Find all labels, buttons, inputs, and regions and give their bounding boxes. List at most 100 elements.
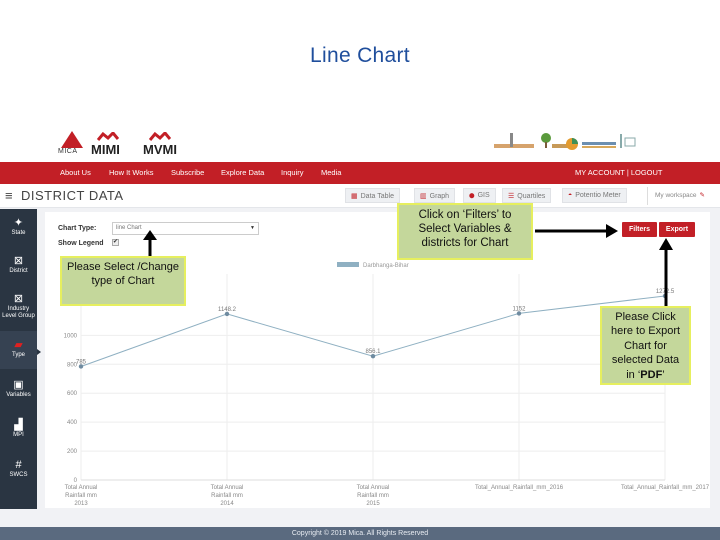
- legend-label: Darbhanga-Bihar: [363, 263, 409, 269]
- y-tick-label: 1000: [64, 333, 78, 339]
- callout-export-line: Please Click: [615, 311, 676, 323]
- sidebar-item-industry-level-group[interactable]: ⊠ Industry Level Group: [0, 293, 37, 320]
- my-workspace-link[interactable]: My workspace ✎: [655, 191, 705, 199]
- quartiles-button[interactable]: ☰ Quartiles: [502, 188, 552, 203]
- footer-copyright: Copyright © 2019 Mica. All Rights Reserv…: [0, 527, 720, 540]
- x-tick-label: Total Annual: [65, 485, 98, 491]
- sidebar: ✦ State ⊠ District ⊠ Industry Level Group ▰…: [0, 209, 37, 509]
- graph-button[interactable]: ▥ Graph: [414, 188, 456, 203]
- nav-media[interactable]: Media: [321, 168, 341, 177]
- callout-export: Please Click here to Export Chart for se…: [600, 306, 691, 385]
- callout-export-pdf: PDF: [640, 368, 663, 381]
- nav-about-us[interactable]: About Us: [60, 168, 91, 177]
- nav-inquiry[interactable]: Inquiry: [281, 168, 304, 177]
- x-tick-label: Total_Annual_Rainfall_mm_2017: [621, 485, 710, 491]
- potentio-meter-button[interactable]: ◓ Potentio Meter: [562, 188, 627, 203]
- account-logout-link[interactable]: MY ACCOUNT | LOGOUT: [575, 168, 663, 177]
- mimi-logo[interactable]: MIMI: [91, 129, 139, 159]
- y-tick-label: 200: [67, 449, 78, 455]
- brand-bar: MICA MIMI MVMI: [0, 124, 720, 162]
- mica-triangle-icon: [61, 131, 83, 148]
- callout-filters-line: Click on ‘Filters’ to: [418, 209, 512, 221]
- bar-chart-icon: ▥: [420, 193, 427, 200]
- table-icon: ▦: [351, 193, 358, 200]
- sidebar-item-district[interactable]: ⊠ District: [0, 255, 37, 275]
- sidebar-item-label: MPI: [13, 432, 24, 438]
- callout-export-prefix: in ‘: [626, 368, 641, 381]
- district-grid-icon: ⊠: [13, 255, 24, 267]
- india-map-icon: ✦: [13, 217, 24, 229]
- variables-icon: ▣: [13, 379, 24, 391]
- main-nav: About Us How It Works Subscribe Explore …: [0, 162, 720, 184]
- type-icon: ▰: [14, 339, 23, 351]
- gis-button[interactable]: ⬤ GIS: [463, 188, 496, 203]
- legend-swatch: [337, 262, 359, 267]
- x-tick-label: Rainfall mm: [211, 493, 243, 499]
- chart-type-select[interactable]: line Chart ▼: [112, 222, 259, 235]
- x-tick-label: 2013: [74, 501, 88, 507]
- callout-export-line: selected Data: [611, 354, 680, 367]
- sidebar-item-label: Industry Level Group: [2, 306, 35, 319]
- chart-type-label: Chart Type:: [58, 225, 97, 232]
- data-label: 856.1: [365, 349, 381, 355]
- callout-select-chart-type: Please Select /Change type of Chart: [60, 256, 186, 306]
- map-marker-icon: ⬤: [469, 193, 475, 199]
- data-table-label: Data Table: [360, 193, 394, 200]
- sidebar-item-mpi[interactable]: ▟ MPI: [0, 419, 37, 439]
- nav-explore-data[interactable]: Explore Data: [221, 168, 264, 177]
- mica-logo-text: MICA: [58, 148, 78, 155]
- nav-subscribe[interactable]: Subscribe: [171, 168, 204, 177]
- active-item-pointer: [37, 349, 41, 355]
- data-label: 785: [76, 359, 87, 365]
- filters-button[interactable]: Filters: [622, 222, 657, 237]
- slide-title: Line Chart: [310, 44, 410, 67]
- potentio-meter-label: Potentio Meter: [575, 192, 621, 199]
- sidebar-item-swcs[interactable]: # SWCS: [0, 459, 37, 479]
- mpi-chart-icon: ▟: [14, 419, 23, 431]
- sidebar-item-label: State: [11, 230, 26, 236]
- mica-logo[interactable]: MICA: [56, 129, 88, 159]
- data-table-button[interactable]: ▦ Data Table: [345, 188, 400, 203]
- gis-label: GIS: [477, 192, 490, 199]
- export-button[interactable]: Export: [659, 222, 695, 237]
- my-workspace-label: My workspace: [655, 192, 697, 199]
- sidebar-item-state[interactable]: ✦ State: [0, 217, 37, 237]
- page-title: DISTRICT DATA: [21, 188, 124, 203]
- y-tick-label: 400: [67, 420, 78, 426]
- y-tick-label: 0: [74, 478, 78, 484]
- nav-how-it-works[interactable]: How It Works: [109, 168, 153, 177]
- chart-type-value: line Chart: [116, 225, 142, 231]
- x-tick-label: Rainfall mm: [65, 493, 97, 499]
- sidebar-item-label: Type: [11, 352, 25, 358]
- mvmi-logo[interactable]: MVMI: [143, 129, 191, 159]
- hamburger-icon[interactable]: ≡: [5, 188, 13, 203]
- toolbar-divider: [647, 187, 648, 205]
- callout-export-line: Chart for: [624, 339, 667, 352]
- x-tick-label: Total Annual: [357, 485, 390, 491]
- sidebar-item-type[interactable]: ▰ Type: [0, 331, 37, 369]
- callout-filters: Click on ‘Filters’ to Select Variables &…: [397, 203, 533, 260]
- y-tick-label: 600: [67, 391, 78, 397]
- show-legend-checkbox[interactable]: ✔: [112, 239, 119, 246]
- data-label: 1152: [513, 306, 527, 312]
- sidebar-item-label: Variables: [6, 392, 31, 398]
- mvmi-logo-text: MVMI: [143, 142, 177, 157]
- mimi-logo-text: MIMI: [91, 142, 120, 157]
- hash-icon: #: [15, 459, 22, 471]
- mimi-wave-icon: [97, 132, 119, 141]
- callout-export-suffix: ’: [662, 368, 665, 381]
- industry-grid-icon: ⊠: [13, 293, 24, 305]
- sidebar-item-variables[interactable]: ▣ Variables: [0, 379, 37, 399]
- x-tick-label: Total Annual: [211, 485, 244, 491]
- subheader: ≡ DISTRICT DATA ▦ Data Table ▥ Graph ⬤ GIS …: [0, 184, 720, 208]
- x-tick-label: 2015: [366, 501, 380, 507]
- x-tick-label: Total_Annual_Rainfall_mm_2016: [475, 485, 564, 491]
- callout-export-line: here to Export: [610, 325, 681, 338]
- sidebar-item-label: District: [9, 268, 28, 274]
- rural-banner-illustration: [494, 133, 636, 150]
- callout-filters-line: Select Variables &: [418, 223, 512, 235]
- data-label: 1148.2: [218, 307, 237, 313]
- quartiles-label: Quartiles: [517, 193, 546, 200]
- data-label: 1272.5: [656, 289, 675, 295]
- mvmi-wave-icon: [149, 132, 171, 141]
